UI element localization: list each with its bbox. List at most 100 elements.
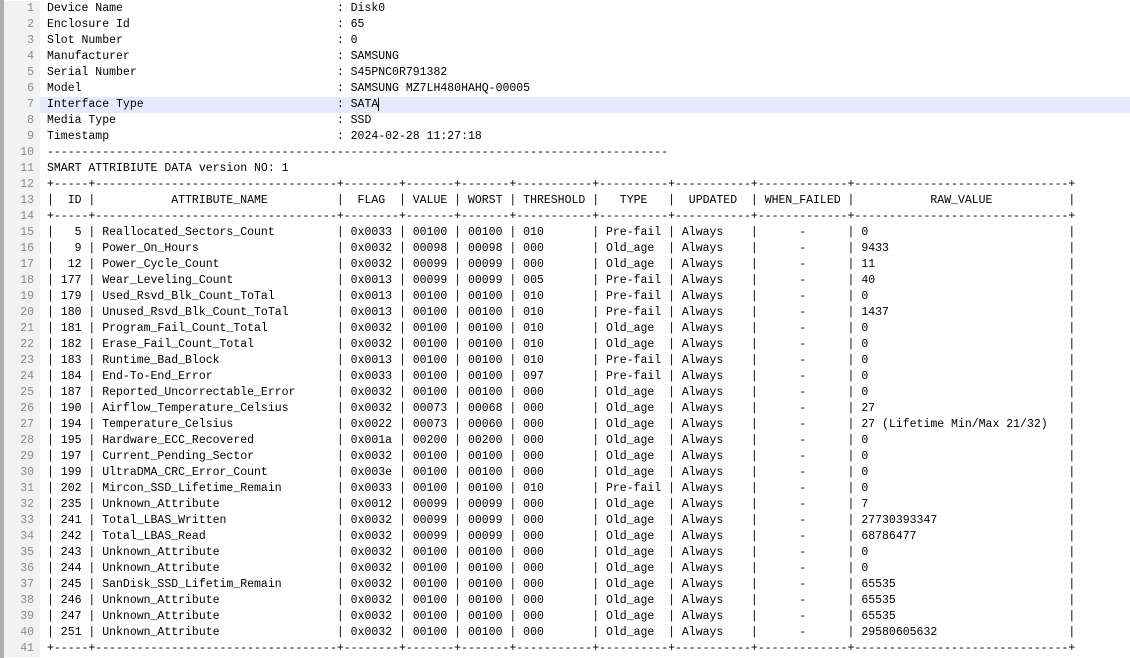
editor-line[interactable]: 34| 242 | Total_LBAS_Read | 0x0032 | 000… xyxy=(4,529,1130,545)
line-text[interactable]: Enclosure Id : 65 xyxy=(40,17,1130,33)
line-number[interactable]: 27 xyxy=(4,417,40,433)
editor-line[interactable]: 35| 243 | Unknown_Attribute | 0x0032 | 0… xyxy=(4,545,1130,561)
line-text[interactable]: | 243 | Unknown_Attribute | 0x0032 | 001… xyxy=(40,545,1130,561)
line-text[interactable]: Manufacturer : SAMSUNG xyxy=(40,49,1130,65)
line-number[interactable]: 6 xyxy=(4,81,40,97)
editor-line[interactable]: 22| 182 | Erase_Fail_Count_Total | 0x003… xyxy=(4,337,1130,353)
line-number[interactable]: 13 xyxy=(4,193,40,209)
editor-line[interactable]: 40| 251 | Unknown_Attribute | 0x0032 | 0… xyxy=(4,625,1130,641)
line-number[interactable]: 2 xyxy=(4,17,40,33)
line-number[interactable]: 18 xyxy=(4,273,40,289)
line-text[interactable]: | 12 | Power_Cycle_Count | 0x0032 | 0009… xyxy=(40,257,1130,273)
line-number[interactable]: 5 xyxy=(4,65,40,81)
line-number[interactable]: 20 xyxy=(4,305,40,321)
editor-line[interactable]: 39| 247 | Unknown_Attribute | 0x0032 | 0… xyxy=(4,609,1130,625)
line-number[interactable]: 1 xyxy=(4,1,40,17)
line-number[interactable]: 21 xyxy=(4,321,40,337)
line-number[interactable]: 41 xyxy=(4,641,40,657)
line-number[interactable]: 23 xyxy=(4,353,40,369)
line-number[interactable]: 26 xyxy=(4,401,40,417)
line-text[interactable]: +-----+---------------------------------… xyxy=(40,641,1130,657)
editor-line[interactable]: 2Enclosure Id : 65 xyxy=(4,17,1130,33)
line-text[interactable]: | 9 | Power_On_Hours | 0x0032 | 00098 | … xyxy=(40,241,1130,257)
line-number[interactable]: 3 xyxy=(4,33,40,49)
line-number[interactable]: 10 xyxy=(4,145,40,161)
line-number[interactable]: 16 xyxy=(4,241,40,257)
line-text[interactable]: Serial Number : S45PNC0R791382 xyxy=(40,65,1130,81)
editor-line[interactable]: 26| 190 | Airflow_Temperature_Celsius | … xyxy=(4,401,1130,417)
line-text[interactable]: | ID | ATTRIBUTE_NAME | FLAG | VALUE | W… xyxy=(40,193,1130,209)
editor-line[interactable]: 1Device Name : Disk0 xyxy=(4,1,1130,17)
line-text[interactable]: Interface Type : SATA xyxy=(40,97,1130,113)
editor-line[interactable]: 14+-----+-------------------------------… xyxy=(4,209,1130,225)
editor-line[interactable]: 6Model : SAMSUNG MZ7LH480HAHQ-00005 xyxy=(4,81,1130,97)
editor-line[interactable]: 8Media Type : SSD xyxy=(4,113,1130,129)
line-text[interactable]: | 180 | Unused_Rsvd_Blk_Count_ToTal | 0x… xyxy=(40,305,1130,321)
editor-line[interactable]: 24| 184 | End-To-End_Error | 0x0033 | 00… xyxy=(4,369,1130,385)
line-text[interactable]: | 245 | SanDisk_SSD_Lifetim_Remain | 0x0… xyxy=(40,577,1130,593)
editor-line[interactable]: 33| 241 | Total_LBAS_Written | 0x0032 | … xyxy=(4,513,1130,529)
line-text[interactable]: | 190 | Airflow_Temperature_Celsius | 0x… xyxy=(40,401,1130,417)
line-number[interactable]: 14 xyxy=(4,209,40,225)
line-text[interactable]: Model : SAMSUNG MZ7LH480HAHQ-00005 xyxy=(40,81,1130,97)
editor-line[interactable]: 21| 181 | Program_Fail_Count_Total | 0x0… xyxy=(4,321,1130,337)
line-text[interactable]: | 5 | Reallocated_Sectors_Count | 0x0033… xyxy=(40,225,1130,241)
editor-line[interactable]: 3Slot Number : 0 xyxy=(4,33,1130,49)
line-number[interactable]: 17 xyxy=(4,257,40,273)
editor-line[interactable]: 32| 235 | Unknown_Attribute | 0x0012 | 0… xyxy=(4,497,1130,513)
line-text[interactable]: ----------------------------------------… xyxy=(40,145,1130,161)
editor-line[interactable]: 23| 183 | Runtime_Bad_Block | 0x0013 | 0… xyxy=(4,353,1130,369)
line-text[interactable]: | 184 | End-To-End_Error | 0x0033 | 0010… xyxy=(40,369,1130,385)
editor-line[interactable]: 28| 195 | Hardware_ECC_Recovered | 0x001… xyxy=(4,433,1130,449)
editor-line[interactable]: 9Timestamp : 2024-02-28 11:27:18 xyxy=(4,129,1130,145)
line-text[interactable]: | 251 | Unknown_Attribute | 0x0032 | 001… xyxy=(40,625,1130,641)
line-number[interactable]: 19 xyxy=(4,289,40,305)
line-number[interactable]: 38 xyxy=(4,593,40,609)
line-number[interactable]: 12 xyxy=(4,177,40,193)
editor-line[interactable]: 38| 246 | Unknown_Attribute | 0x0032 | 0… xyxy=(4,593,1130,609)
editor-line[interactable]: 20| 180 | Unused_Rsvd_Blk_Count_ToTal | … xyxy=(4,305,1130,321)
line-text[interactable]: | 199 | UltraDMA_CRC_Error_Count | 0x003… xyxy=(40,465,1130,481)
line-number[interactable]: 37 xyxy=(4,577,40,593)
line-text[interactable]: | 177 | Wear_Leveling_Count | 0x0013 | 0… xyxy=(40,273,1130,289)
line-text[interactable]: | 197 | Current_Pending_Sector | 0x0032 … xyxy=(40,449,1130,465)
line-number[interactable]: 8 xyxy=(4,113,40,129)
line-text[interactable]: | 195 | Hardware_ECC_Recovered | 0x001a … xyxy=(40,433,1130,449)
editor-line[interactable]: 31| 202 | Mircon_SSD_Lifetime_Remain | 0… xyxy=(4,481,1130,497)
line-text[interactable]: | 244 | Unknown_Attribute | 0x0032 | 001… xyxy=(40,561,1130,577)
line-text[interactable]: | 242 | Total_LBAS_Read | 0x0032 | 00099… xyxy=(40,529,1130,545)
line-number[interactable]: 11 xyxy=(4,161,40,177)
editor-line[interactable]: 37| 245 | SanDisk_SSD_Lifetim_Remain | 0… xyxy=(4,577,1130,593)
line-text[interactable]: | 194 | Temperature_Celsius | 0x0022 | 0… xyxy=(40,417,1130,433)
line-number[interactable]: 7 xyxy=(4,97,40,113)
line-text[interactable]: | 179 | Used_Rsvd_Blk_Count_ToTal | 0x00… xyxy=(40,289,1130,305)
editor-line[interactable]: 13| ID | ATTRIBUTE_NAME | FLAG | VALUE |… xyxy=(4,193,1130,209)
line-number[interactable]: 33 xyxy=(4,513,40,529)
line-number[interactable]: 9 xyxy=(4,129,40,145)
line-number[interactable]: 36 xyxy=(4,561,40,577)
line-number[interactable]: 39 xyxy=(4,609,40,625)
line-text[interactable]: | 235 | Unknown_Attribute | 0x0012 | 000… xyxy=(40,497,1130,513)
line-number[interactable]: 22 xyxy=(4,337,40,353)
editor-line[interactable]: 41+-----+-------------------------------… xyxy=(4,641,1130,657)
line-text[interactable]: Media Type : SSD xyxy=(40,113,1130,129)
editor-line[interactable]: 16| 9 | Power_On_Hours | 0x0032 | 00098 … xyxy=(4,241,1130,257)
line-text[interactable]: Slot Number : 0 xyxy=(40,33,1130,49)
line-text[interactable]: | 187 | Reported_Uncorrectable_Error | 0… xyxy=(40,385,1130,401)
line-number[interactable]: 29 xyxy=(4,449,40,465)
line-text[interactable]: SMART ATTRIBIUTE DATA version NO: 1 xyxy=(40,161,1130,177)
line-number[interactable]: 32 xyxy=(4,497,40,513)
line-number[interactable]: 30 xyxy=(4,465,40,481)
editor-line[interactable]: 12+-----+-------------------------------… xyxy=(4,177,1130,193)
line-text[interactable]: | 181 | Program_Fail_Count_Total | 0x003… xyxy=(40,321,1130,337)
editor-line[interactable]: 25| 187 | Reported_Uncorrectable_Error |… xyxy=(4,385,1130,401)
line-text[interactable]: | 202 | Mircon_SSD_Lifetime_Remain | 0x0… xyxy=(40,481,1130,497)
line-number[interactable]: 31 xyxy=(4,481,40,497)
line-text[interactable]: | 247 | Unknown_Attribute | 0x0032 | 001… xyxy=(40,609,1130,625)
line-text[interactable]: Timestamp : 2024-02-28 11:27:18 xyxy=(40,129,1130,145)
editor-line[interactable]: 30| 199 | UltraDMA_CRC_Error_Count | 0x0… xyxy=(4,465,1130,481)
editor-line[interactable]: 18| 177 | Wear_Leveling_Count | 0x0013 |… xyxy=(4,273,1130,289)
editor-line[interactable]: 27| 194 | Temperature_Celsius | 0x0022 |… xyxy=(4,417,1130,433)
line-number[interactable]: 34 xyxy=(4,529,40,545)
editor-line[interactable]: 29| 197 | Current_Pending_Sector | 0x003… xyxy=(4,449,1130,465)
